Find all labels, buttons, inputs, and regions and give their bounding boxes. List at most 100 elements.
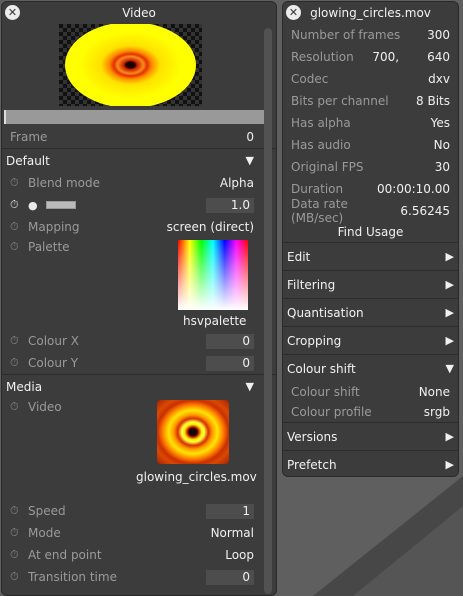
stopwatch-icon[interactable]: ⏱ (10, 198, 28, 212)
section-media-header[interactable]: Media ▼ (2, 374, 276, 398)
section-prefetch-title: Prefetch (287, 457, 337, 472)
section-cropping-header[interactable]: Cropping ▶ (283, 326, 458, 354)
section-media-title: Media (6, 379, 43, 394)
blend-mode-select[interactable]: Alpha (220, 176, 254, 190)
palette-swatch[interactable] (178, 240, 248, 310)
opacity-slider[interactable] (45, 201, 76, 209)
chevron-down-icon[interactable]: ▼ (246, 154, 254, 167)
preview-image (65, 24, 196, 106)
info-label: Has audio (291, 138, 351, 152)
chevron-right-icon[interactable]: ▶ (446, 458, 454, 471)
colour-x-input[interactable]: 0 (206, 333, 254, 349)
section-edit-title: Edit (287, 249, 311, 264)
section-versions-title: Versions (287, 429, 338, 444)
video-preview[interactable] (59, 24, 202, 106)
bulb-icon[interactable]: ● (28, 199, 38, 212)
at-end-point-row: ⏱ At end point Loop (2, 544, 276, 566)
video-layer-panel: ✕ Video Frame 0 Default ▼ ⏱ Blend mode A… (1, 1, 277, 596)
info-value: No (433, 138, 450, 152)
blend-mode-label: Blend mode (28, 176, 101, 190)
info-label: Data rate (MB/sec) (291, 197, 348, 225)
scrollbar-thumb[interactable] (264, 28, 272, 594)
mapping-row: ⏱ Mapping screen (direct) (2, 216, 276, 238)
stopwatch-icon[interactable]: ⏱ (10, 548, 28, 562)
chevron-right-icon[interactable]: ▶ (446, 306, 454, 319)
opacity-row: ⏱ ● 1.0 (2, 194, 276, 216)
colour-y-row: ⏱ Colour Y 0 (2, 352, 276, 374)
info-row: Codec dxv (283, 68, 458, 90)
section-default-title: Default (6, 153, 50, 168)
frame-label: Frame (10, 130, 48, 144)
info-label: Bits per channel (291, 94, 389, 108)
at-end-point-label: At end point (28, 548, 102, 562)
video-filename: glowing_circles.mov (136, 470, 257, 484)
section-filtering-header[interactable]: Filtering ▶ (283, 270, 458, 298)
colour-x-label: Colour X (28, 334, 79, 348)
colour-shift-select[interactable]: None (419, 385, 450, 399)
colour-profile-select[interactable]: srgb (424, 405, 450, 419)
panel-scrollbar[interactable] (264, 28, 272, 594)
clip-properties-panel: ✕ glowing_circles.mov Number of frames 3… (282, 1, 459, 477)
panel-title: Video (122, 6, 156, 20)
opacity-input[interactable]: 1.0 (206, 197, 254, 213)
info-value: 30 (434, 160, 450, 174)
at-end-point-select[interactable]: Loop (225, 548, 254, 562)
frame-value[interactable]: 0 (246, 130, 254, 144)
close-icon[interactable]: ✕ (286, 5, 301, 20)
stopwatch-icon[interactable]: ⏱ (10, 356, 28, 370)
chevron-right-icon[interactable]: ▶ (446, 334, 454, 347)
chevron-right-icon[interactable]: ▶ (446, 430, 454, 443)
stopwatch-icon[interactable]: ⏱ (10, 504, 28, 518)
section-quantisation-header[interactable]: Quantisation ▶ (283, 298, 458, 326)
video-row: ⏱ Video glowing_circles.mov (2, 398, 276, 500)
chevron-right-icon[interactable]: ▶ (446, 278, 454, 291)
stopwatch-icon[interactable]: ⏱ (10, 526, 28, 540)
info-value: 700, (372, 50, 400, 64)
chevron-down-icon[interactable]: ▼ (446, 362, 454, 375)
stopwatch-icon[interactable]: ⏱ (10, 400, 28, 414)
scrubber-handle[interactable] (4, 110, 6, 124)
info-label: Original FPS (291, 160, 364, 174)
video-thumbnail[interactable] (157, 400, 229, 464)
mode-select[interactable]: Normal (211, 526, 254, 540)
find-usage-button[interactable]: Find Usage (283, 222, 458, 242)
desktop-background-shape (313, 476, 463, 596)
info-row: Number of frames 300 (283, 24, 458, 46)
stopwatch-icon[interactable]: ⏱ (10, 334, 28, 348)
video-label: Video (28, 400, 62, 414)
section-versions-header[interactable]: Versions ▶ (283, 422, 458, 450)
colour-y-input[interactable]: 0 (206, 355, 254, 371)
info-label: Codec (291, 72, 329, 86)
info-row: Has alpha Yes (283, 112, 458, 134)
stopwatch-icon[interactable]: ⏱ (10, 240, 28, 254)
info-value: dxv (428, 72, 450, 86)
mapping-select[interactable]: screen (direct) (167, 220, 254, 234)
chevron-right-icon[interactable]: ▶ (446, 250, 454, 263)
panel-title: glowing_circles.mov (310, 6, 431, 20)
speed-label: Speed (28, 504, 66, 518)
transition-time-row: ⏱ Transition time 0 (2, 566, 276, 588)
close-icon[interactable]: ✕ (5, 5, 20, 20)
section-quantisation-title: Quantisation (287, 305, 364, 320)
section-edit-header[interactable]: Edit ▶ (283, 242, 458, 270)
timeline-scrubber[interactable] (4, 110, 272, 124)
section-prefetch-header[interactable]: Prefetch ▶ (283, 450, 458, 476)
info-row: Bits per channel 8 Bits (283, 90, 458, 112)
palette-name: hsvpalette (183, 314, 247, 328)
transition-time-input[interactable]: 0 (206, 569, 254, 585)
stopwatch-icon[interactable]: ⏱ (10, 570, 28, 584)
stopwatch-icon[interactable]: ⏱ (10, 220, 28, 234)
info-value: 8 Bits (416, 94, 450, 108)
section-colour-shift-header[interactable]: Colour shift ▼ (283, 354, 458, 382)
blend-mode-row: ⏱ Blend mode Alpha (2, 172, 276, 194)
section-default-header[interactable]: Default ▼ (2, 148, 276, 172)
stopwatch-icon[interactable]: ⏱ (10, 176, 28, 190)
colour-shift-row: Colour shift None (283, 382, 458, 402)
info-value-2: 640 (427, 50, 450, 64)
speed-input[interactable]: 1 (206, 503, 254, 519)
chevron-down-icon[interactable]: ▼ (246, 380, 254, 393)
transition-time-label: Transition time (28, 570, 117, 584)
colour-profile-label: Colour profile (291, 405, 372, 419)
mode-row: ⏱ Mode Normal (2, 522, 276, 544)
info-row: Data rate (MB/sec) 6.56245 (283, 197, 458, 225)
